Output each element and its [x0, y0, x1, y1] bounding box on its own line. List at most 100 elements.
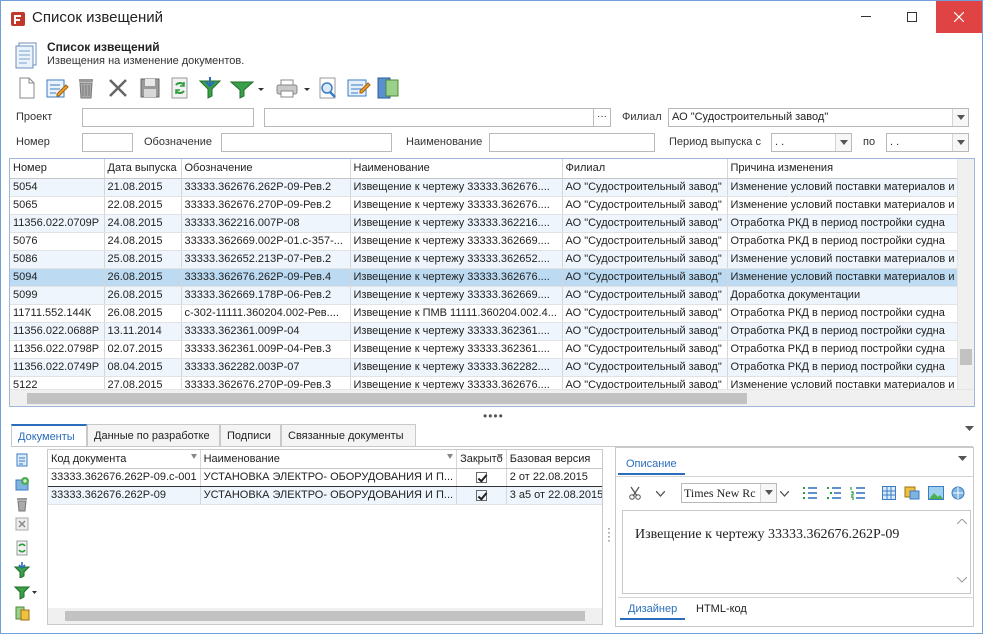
grid-cell[interactable]: 33333.362282.003Р-07 — [181, 358, 351, 377]
table-row[interactable]: 11356.022.0798Р 02.07.2015 33333.362361.00… — [10, 340, 971, 359]
period-to-date[interactable]: . . — [886, 133, 969, 152]
grid-cell[interactable]: Извещение к чертежу 33333.362669.... — [350, 286, 563, 305]
grid-cell[interactable]: АО "Судостроительный завод" — [562, 322, 728, 341]
cut-icon[interactable] — [628, 486, 642, 500]
tab-related-documents[interactable]: Связанные документы — [281, 424, 416, 447]
documents-cell[interactable]: 33333.362676.262Р-09.с-001 — [48, 468, 201, 487]
new-document-icon[interactable] — [14, 452, 30, 468]
table-row[interactable]: 11356.022.0688Р 13.11.2014 33333.362361.00… — [10, 322, 971, 341]
grid-cell[interactable]: Извещение к чертежу 33333.362216.... — [350, 214, 563, 233]
grid-cell[interactable]: 5099 — [10, 286, 105, 305]
documents-horizontal-scrollbar[interactable] — [48, 608, 602, 624]
preview-button[interactable] — [315, 75, 341, 101]
grid-cell[interactable]: 33333.362676.262Р-09-Рев.4 — [181, 268, 351, 287]
designation-input[interactable] — [221, 133, 392, 152]
grid-cell[interactable]: АО "Судостроительный завод" — [562, 358, 728, 377]
table-row[interactable]: 5099 26.08.2015 33333.362669.178Р-06-Рев.2… — [10, 286, 971, 305]
grid-cell[interactable]: 5094 — [10, 268, 105, 287]
grid-cell[interactable]: 25.08.2015 — [104, 250, 182, 269]
closed-checkbox[interactable] — [475, 489, 487, 501]
edit-button[interactable] — [43, 75, 69, 101]
grid-cell[interactable]: Извещение к чертежу 33333.362282.... — [350, 358, 563, 377]
numbered-list-icon[interactable] — [850, 486, 866, 500]
grid-cell[interactable]: 11356.022.0709Р — [10, 214, 105, 233]
refresh-icon[interactable] — [14, 540, 30, 556]
insert-field-icon[interactable] — [904, 486, 920, 500]
documents-cell[interactable]: 2 от 22.08.2015 — [506, 468, 602, 487]
new-button[interactable] — [13, 75, 39, 101]
editor-vertical-scrollbar[interactable] — [954, 511, 970, 593]
maximize-button[interactable] — [889, 1, 935, 33]
grid-cell[interactable]: 26.08.2015 — [104, 304, 182, 323]
refresh-button[interactable] — [167, 75, 193, 101]
grid-cell[interactable]: 02.07.2015 — [104, 340, 182, 359]
closed-cell[interactable] — [456, 468, 507, 487]
grid-cell[interactable]: Извещение к ПМВ 11111.360204.002.4... — [350, 304, 563, 323]
save-button[interactable] — [137, 75, 163, 101]
grid-cell[interactable]: АО "Судостроительный завод" — [562, 232, 728, 251]
grid-cell[interactable]: 21.08.2015 — [104, 178, 182, 197]
grid-cell[interactable]: Отработка РКД в период постройки судна — [727, 358, 971, 377]
documents-column-header[interactable]: Наименование — [200, 450, 458, 469]
number-input[interactable] — [82, 133, 133, 152]
table-row[interactable]: 5065 22.08.2015 33333.362676.270Р-09-Рев.2… — [10, 196, 971, 215]
grid-cell[interactable]: Извещение к чертежу 33333.362676.... — [350, 196, 563, 215]
grid-column-header[interactable]: Дата выпуска — [104, 159, 182, 179]
grid-cell[interactable]: 22.08.2015 — [104, 196, 182, 215]
table-row[interactable]: 33333.362676.262Р-09 УСТАНОВКА ЭЛЕКТРО- О… — [48, 486, 602, 505]
documents-cell[interactable]: УСТАНОВКА ЭЛЕКТРО- ОБОРУДОВАНИЯ И П... — [200, 486, 458, 505]
minimize-button[interactable] — [843, 1, 889, 33]
grid-cell[interactable]: 13.11.2014 — [104, 322, 182, 341]
filter-down-icon[interactable] — [14, 562, 30, 578]
grid-column-header[interactable]: Филиал — [562, 159, 728, 179]
documents-cell[interactable]: 3 а5 от 22.08.2015 — [506, 486, 602, 505]
documents-cell[interactable]: УСТАНОВКА ЭЛЕКТРО- ОБОРУДОВАНИЯ И П... — [200, 468, 458, 487]
grid-cell[interactable]: 08.04.2015 — [104, 358, 182, 377]
project-input[interactable] — [82, 108, 254, 127]
grid-cell[interactable]: 11356.022.0798Р — [10, 340, 105, 359]
grid-horizontal-thumb[interactable] — [27, 393, 747, 404]
table-row[interactable]: 11711.552.144К 26.08.2015 с-302-11111.3602… — [10, 304, 971, 323]
grid-cell[interactable]: 33333.362361.009Р-04 — [181, 322, 351, 341]
branch-select[interactable]: АО "Судостроительный завод" — [668, 108, 969, 127]
export-button[interactable] — [375, 75, 401, 101]
closed-checkbox[interactable] — [475, 471, 487, 483]
chevron-down-icon[interactable] — [780, 491, 789, 497]
cancel-icon[interactable] — [14, 516, 30, 532]
filter-menu-button[interactable] — [229, 75, 267, 101]
scroll-up-icon[interactable] — [957, 519, 967, 525]
grid-cell[interactable]: Изменение условий поставки материалов и … — [727, 250, 971, 269]
cancel-button[interactable] — [105, 75, 131, 101]
table-row[interactable]: 11356.022.0709Р 24.08.2015 33333.362216.00… — [10, 214, 971, 233]
grid-cell[interactable]: 5054 — [10, 178, 105, 197]
grid-cell[interactable]: с-302-11111.360204.002-Рев.... — [181, 304, 351, 323]
project-detail-input[interactable] — [264, 108, 594, 127]
grid-cell[interactable]: Изменение условий поставки материалов и … — [727, 196, 971, 215]
tab-signatures[interactable]: Подписи — [220, 424, 281, 447]
tab-html-code[interactable]: HTML-код — [688, 598, 755, 620]
filter-icon[interactable] — [14, 584, 38, 600]
grid-cell[interactable]: Извещение к чертежу 33333.362652.... — [350, 250, 563, 269]
grid-cell[interactable]: 33333.362361.009Р-04-Рев.3 — [181, 340, 351, 359]
grid-column-header[interactable]: Обозначение — [181, 159, 351, 179]
documents-column-header[interactable]: Код документа — [48, 450, 201, 469]
table-icon[interactable] — [882, 486, 896, 500]
grid-cell[interactable]: Извещение к чертежу 33333.362676.... — [350, 178, 563, 197]
grid-cell[interactable]: АО "Судостроительный завод" — [562, 250, 728, 269]
description-editor[interactable]: Извещение к чертежу 33333.362676.262Р-09 — [622, 510, 971, 594]
grid-cell[interactable]: АО "Судостроительный завод" — [562, 268, 728, 287]
grid-cell[interactable]: 11356.022.0688Р — [10, 322, 105, 341]
grid-column-header[interactable]: Причина изменения — [727, 159, 971, 179]
column-filter-icon[interactable] — [190, 454, 197, 459]
grid-cell[interactable]: Отработка РКД в период постройки судна — [727, 214, 971, 233]
grid-cell[interactable]: АО "Судостроительный завод" — [562, 214, 728, 233]
table-row[interactable]: 5076 24.08.2015 33333.362669.002Р-01.с-357… — [10, 232, 971, 251]
table-row[interactable]: 5054 21.08.2015 33333.362676.262Р-09-Рев.2… — [10, 178, 971, 197]
link-icon[interactable] — [950, 486, 966, 500]
filter-apply-button[interactable] — [197, 75, 223, 101]
delete-icon[interactable] — [14, 496, 30, 512]
grid-cell[interactable]: 11356.022.0749Р — [10, 358, 105, 377]
delete-button[interactable] — [73, 75, 99, 101]
grid-vertical-scrollbar[interactable] — [957, 159, 974, 390]
grid-cell[interactable]: 24.08.2015 — [104, 232, 182, 251]
